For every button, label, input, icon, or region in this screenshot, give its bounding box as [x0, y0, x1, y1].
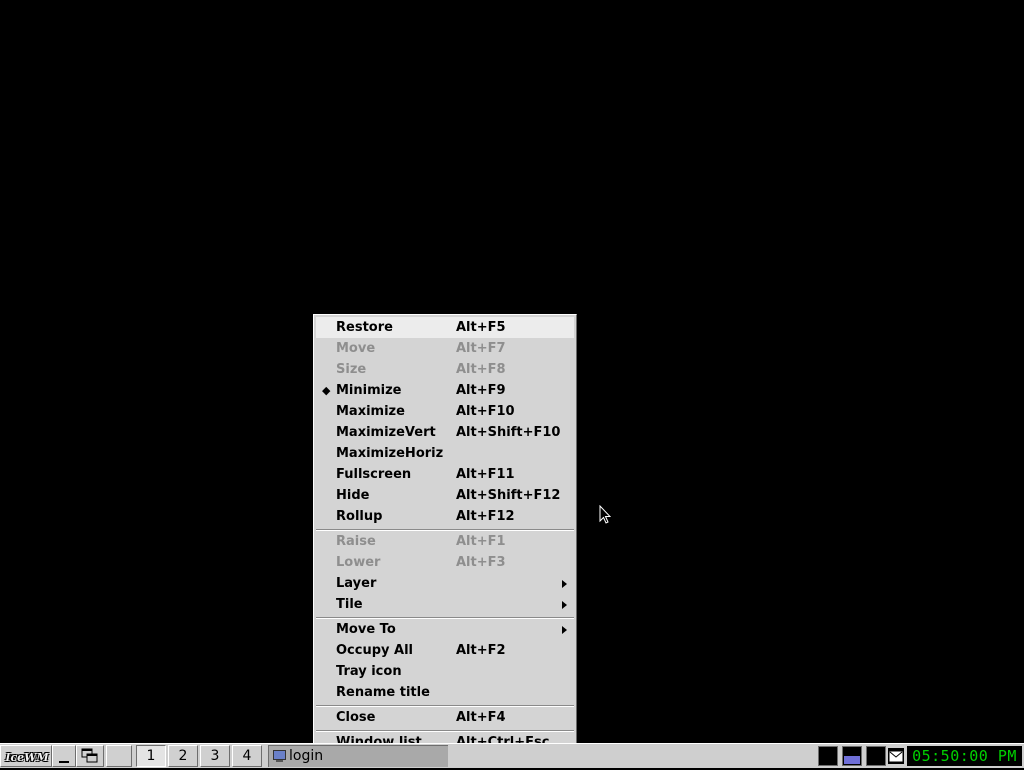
menu-item-shortcut: Alt+F10 [456, 404, 515, 419]
start-menu-button[interactable]: IceWM [0, 745, 52, 767]
menu-item-label: MaximizeHoriz [336, 446, 444, 461]
menu-item-shortcut: Alt+F7 [456, 341, 506, 356]
menu-item-lower[interactable]: Lower Alt+F3 [316, 552, 574, 573]
cpu-monitor-graph[interactable] [818, 746, 838, 766]
menu-item-label: Layer [336, 576, 377, 591]
menu-item-move[interactable]: Move Alt+F7 [316, 338, 574, 359]
menu-item-restore[interactable]: Restore Alt+F5 [316, 317, 574, 338]
menu-item-shortcut: Alt+F5 [456, 320, 506, 335]
workspace-button-2[interactable]: 2 [168, 745, 198, 767]
menu-item-rollup[interactable]: Rollup Alt+F12 [316, 506, 574, 527]
menu-item-label: Maximize [336, 404, 405, 419]
workspace-button-3[interactable]: 3 [200, 745, 230, 767]
window-list-button[interactable] [76, 745, 104, 767]
menu-item-label: Minimize [336, 383, 402, 398]
mail-envelope-icon[interactable] [888, 748, 904, 764]
taskbar-window-login[interactable]: login [268, 745, 448, 767]
menu-item-tray-icon[interactable]: Tray icon [316, 661, 574, 682]
mouse-pointer-icon [599, 505, 611, 524]
menu-item-shortcut: Alt+F3 [456, 555, 506, 570]
menu-item-shortcut: Alt+F1 [456, 534, 506, 549]
menu-item-label: Rollup [336, 509, 383, 524]
clock[interactable]: 05:50:00 PM [907, 746, 1022, 766]
workspace-label: 1 [146, 748, 156, 764]
window-context-menu: Restore Alt+F5 Move Alt+F7 Size Alt+F8 ◆… [313, 314, 577, 754]
menu-item-occupy-all[interactable]: Occupy All Alt+F2 [316, 640, 574, 661]
menu-item-label: Raise [336, 534, 376, 549]
menu-item-fullscreen[interactable]: Fullscreen Alt+F11 [316, 464, 574, 485]
menu-item-label: Tile [336, 597, 363, 612]
task-title: login [289, 748, 324, 764]
minimize-all-icon [59, 761, 69, 763]
workspace-label: 2 [178, 748, 188, 764]
submenu-arrow-icon [562, 626, 567, 634]
submenu-arrow-icon [562, 601, 567, 609]
menu-item-label: MaximizeVert [336, 425, 436, 440]
menu-item-label: Tray icon [336, 664, 402, 679]
menu-item-label: Close [336, 710, 376, 725]
workspace-button-4[interactable]: 4 [232, 745, 262, 767]
menu-item-shortcut: Alt+F2 [456, 643, 506, 658]
terminal-window-icon [273, 750, 286, 762]
menu-item-label: Occupy All [336, 643, 413, 658]
taskbar: IceWM 1 2 3 4 login 05:50:00 PM [0, 743, 1024, 768]
memory-monitor-graph[interactable] [866, 746, 886, 766]
menu-item-maximize[interactable]: Maximize Alt+F10 [316, 401, 574, 422]
workspace-label: 3 [210, 748, 220, 764]
menu-item-layer[interactable]: Layer [316, 573, 574, 594]
menu-item-label: Move [336, 341, 376, 356]
menu-item-label: Size [336, 362, 367, 377]
menu-item-label: Hide [336, 488, 370, 503]
submenu-arrow-icon [562, 580, 567, 588]
menu-item-label: Rename title [336, 685, 430, 700]
icewm-logo: IceWM [5, 751, 49, 764]
menu-item-move-to[interactable]: Move To [316, 619, 574, 640]
network-activity-fill [844, 756, 860, 764]
menu-item-rename-title[interactable]: Rename title [316, 682, 574, 703]
menu-item-size[interactable]: Size Alt+F8 [316, 359, 574, 380]
menu-item-raise[interactable]: Raise Alt+F1 [316, 531, 574, 552]
menu-item-shortcut: Alt+Shift+F10 [456, 425, 561, 440]
blank-launcher-button[interactable] [106, 745, 132, 767]
checked-diamond-icon: ◆ [322, 384, 331, 397]
menu-item-minimize[interactable]: ◆ Minimize Alt+F9 [316, 380, 574, 401]
menu-item-maximize-vert[interactable]: MaximizeVert Alt+Shift+F10 [316, 422, 574, 443]
menu-item-tile[interactable]: Tile [316, 594, 574, 615]
menu-item-shortcut: Alt+F4 [456, 710, 506, 725]
menu-item-shortcut: Alt+Shift+F12 [456, 488, 561, 503]
menu-item-shortcut: Alt+F12 [456, 509, 515, 524]
menu-item-maximize-horiz[interactable]: MaximizeHoriz [316, 443, 574, 464]
menu-item-label: Restore [336, 320, 393, 335]
menu-item-hide[interactable]: Hide Alt+Shift+F12 [316, 485, 574, 506]
menu-item-label: Lower [336, 555, 381, 570]
menu-item-shortcut: Alt+F8 [456, 362, 506, 377]
show-desktop-button[interactable] [52, 745, 76, 767]
menu-item-shortcut: Alt+F11 [456, 467, 515, 482]
menu-item-close[interactable]: Close Alt+F4 [316, 707, 574, 728]
menu-item-label: Fullscreen [336, 467, 412, 482]
windows-icon [81, 748, 98, 763]
network-monitor-graph[interactable] [842, 746, 862, 766]
workspace-label: 4 [242, 748, 252, 764]
menu-item-label: Move To [336, 622, 396, 637]
menu-item-shortcut: Alt+F9 [456, 383, 506, 398]
workspace-button-1[interactable]: 1 [136, 745, 166, 767]
